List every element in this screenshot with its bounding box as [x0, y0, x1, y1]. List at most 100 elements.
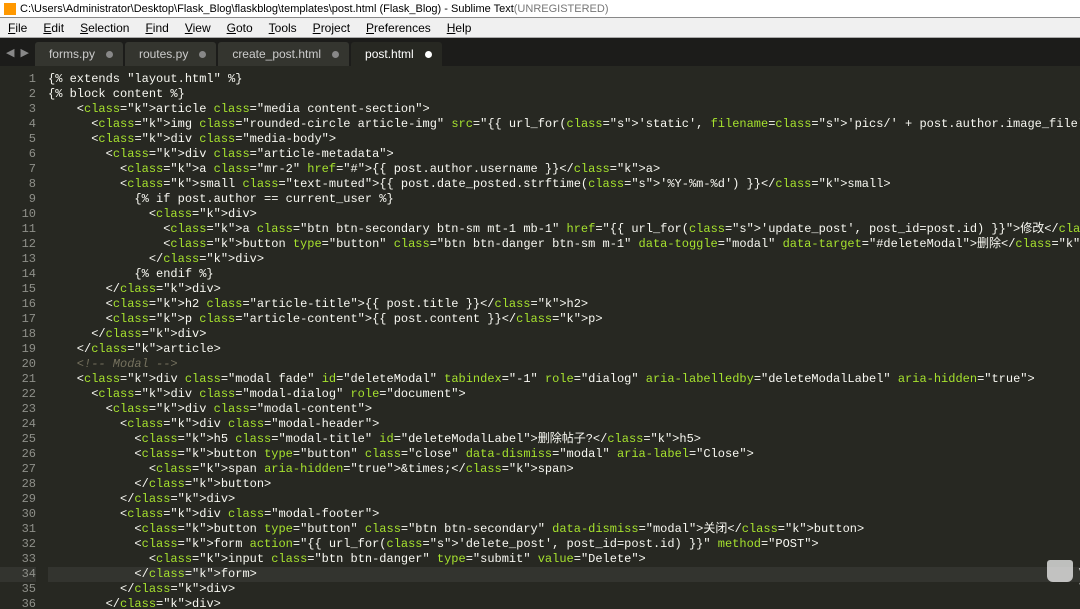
menu-edit[interactable]: Edit [35, 21, 72, 35]
line-number: 29 [0, 492, 36, 507]
code-line[interactable]: <class="k">a class="mr-2" href="#">{{ po… [48, 162, 1080, 177]
code-line[interactable]: </class="k">button> [48, 477, 1080, 492]
line-number: 4 [0, 117, 36, 132]
menu-selection[interactable]: Selection [72, 21, 137, 35]
editor-area: ◀ ▶ forms.py routes.py create_post.html pos… [0, 38, 1080, 609]
tab-nav-arrows[interactable]: ◀ ▶ [0, 38, 35, 66]
code-line[interactable]: </class="k">div> [48, 327, 1080, 342]
tab-close-icon[interactable] [332, 51, 339, 58]
code-line[interactable]: <class="k">small class="text-muted">{{ p… [48, 177, 1080, 192]
line-number: 24 [0, 417, 36, 432]
code-line[interactable]: {% if post.author == current_user %} [48, 192, 1080, 207]
tab-label: post.html [365, 47, 414, 61]
line-number: 30 [0, 507, 36, 522]
code-line[interactable]: <class="k">div class="modal-dialog" role… [48, 387, 1080, 402]
code-line[interactable]: {% extends "layout.html" %} [48, 72, 1080, 87]
line-number: 18 [0, 327, 36, 342]
line-number: 34 [0, 567, 36, 582]
code-line[interactable]: <class="k">button type="button" class="c… [48, 447, 1080, 462]
menu-find[interactable]: Find [137, 21, 176, 35]
menu-goto[interactable]: Goto [219, 21, 261, 35]
menu-bar: FileEditSelectionFindViewGotoToolsProjec… [0, 18, 1080, 38]
code-line[interactable]: <class="k">div class="modal fade" id="de… [48, 372, 1080, 387]
code-line[interactable]: <class="k">a class="btn btn-secondary bt… [48, 222, 1080, 237]
tab-bar: ◀ ▶ forms.py routes.py create_post.html pos… [0, 38, 1080, 66]
line-number: 32 [0, 537, 36, 552]
tab-routes-py[interactable]: routes.py [125, 42, 216, 66]
code-line[interactable]: </class="k">div> [48, 282, 1080, 297]
window-titlebar: C:\Users\Administrator\Desktop\Flask_Blo… [0, 0, 1080, 18]
line-number: 13 [0, 252, 36, 267]
menu-file[interactable]: File [0, 21, 35, 35]
code-line[interactable]: {% endif %} [48, 267, 1080, 282]
code-line[interactable]: <class="k">img class="rounded-circle art… [48, 117, 1080, 132]
code-line[interactable]: <class="k">div class="modal-footer"> [48, 507, 1080, 522]
line-number: 7 [0, 162, 36, 177]
tab-close-icon[interactable] [106, 51, 113, 58]
code-line[interactable]: {% block content %} [48, 87, 1080, 102]
code-line[interactable]: <class="k">article class="media content-… [48, 102, 1080, 117]
code-line[interactable]: <class="k">p class="article-content">{{ … [48, 312, 1080, 327]
code-line[interactable]: <class="k">h5 class="modal-title" id="de… [48, 432, 1080, 447]
line-number: 2 [0, 87, 36, 102]
line-number: 26 [0, 447, 36, 462]
code-line[interactable]: </class="k">form> [48, 567, 1080, 582]
code-line[interactable]: <class="k">div class="modal-content"> [48, 402, 1080, 417]
watermark: yale记 [1047, 555, 1080, 587]
tab-create_post-html[interactable]: create_post.html [218, 42, 349, 66]
line-number: 33 [0, 552, 36, 567]
line-number: 1 [0, 72, 36, 87]
line-number: 35 [0, 582, 36, 597]
line-number: 22 [0, 387, 36, 402]
app-icon [4, 3, 16, 15]
code-line[interactable]: <class="k">form action="{{ url_for(class… [48, 537, 1080, 552]
line-number: 20 [0, 357, 36, 372]
line-number: 3 [0, 102, 36, 117]
line-number: 14 [0, 267, 36, 282]
tab-close-icon[interactable] [425, 51, 432, 58]
line-number: 5 [0, 132, 36, 147]
line-number: 36 [0, 597, 36, 609]
code-line[interactable]: </class="k">div> [48, 492, 1080, 507]
wechat-icon [1047, 560, 1073, 582]
code-line[interactable]: <class="k">input class="btn btn-danger" … [48, 552, 1080, 567]
code-line[interactable]: </class="k">div> [48, 582, 1080, 597]
code-line[interactable]: <class="k">div class="media-body"> [48, 132, 1080, 147]
line-number: 25 [0, 432, 36, 447]
code-line[interactable]: <class="k">button type="button" class="b… [48, 522, 1080, 537]
line-number: 27 [0, 462, 36, 477]
tab-forms-py[interactable]: forms.py [35, 42, 123, 66]
code-line[interactable]: </class="k">article> [48, 342, 1080, 357]
window-title: C:\Users\Administrator\Desktop\Flask_Blo… [20, 0, 514, 18]
menu-view[interactable]: View [177, 21, 219, 35]
line-number: 21 [0, 372, 36, 387]
line-number: 28 [0, 477, 36, 492]
line-number: 10 [0, 207, 36, 222]
code-line[interactable]: <class="k">div class="modal-header"> [48, 417, 1080, 432]
code-line[interactable]: </class="k">div> [48, 252, 1080, 267]
line-number: 12 [0, 237, 36, 252]
tab-close-icon[interactable] [199, 51, 206, 58]
code-view[interactable]: 1234567891011121314151617181920212223242… [0, 66, 1080, 609]
tab-label: routes.py [139, 47, 188, 61]
tab-label: create_post.html [232, 47, 321, 61]
code-content[interactable]: {% extends "layout.html" %}{% block cont… [44, 66, 1080, 609]
line-number: 16 [0, 297, 36, 312]
menu-tools[interactable]: Tools [261, 21, 305, 35]
menu-preferences[interactable]: Preferences [358, 21, 439, 35]
line-number: 19 [0, 342, 36, 357]
menu-project[interactable]: Project [305, 21, 358, 35]
line-number-gutter: 1234567891011121314151617181920212223242… [0, 66, 44, 609]
tab-fwd-icon[interactable]: ▶ [20, 46, 28, 59]
tab-back-icon[interactable]: ◀ [6, 46, 14, 59]
code-line[interactable]: <class="k">div> [48, 207, 1080, 222]
line-number: 17 [0, 312, 36, 327]
menu-help[interactable]: Help [439, 21, 480, 35]
code-line[interactable]: <!-- Modal --> [48, 357, 1080, 372]
code-line[interactable]: <class="k">button type="button" class="b… [48, 237, 1080, 252]
code-line[interactable]: </class="k">div> [48, 597, 1080, 609]
code-line[interactable]: <class="k">span aria-hidden="true">&time… [48, 462, 1080, 477]
code-line[interactable]: <class="k">h2 class="article-title">{{ p… [48, 297, 1080, 312]
tab-post-html[interactable]: post.html [351, 42, 442, 66]
code-line[interactable]: <class="k">div class="article-metadata"> [48, 147, 1080, 162]
